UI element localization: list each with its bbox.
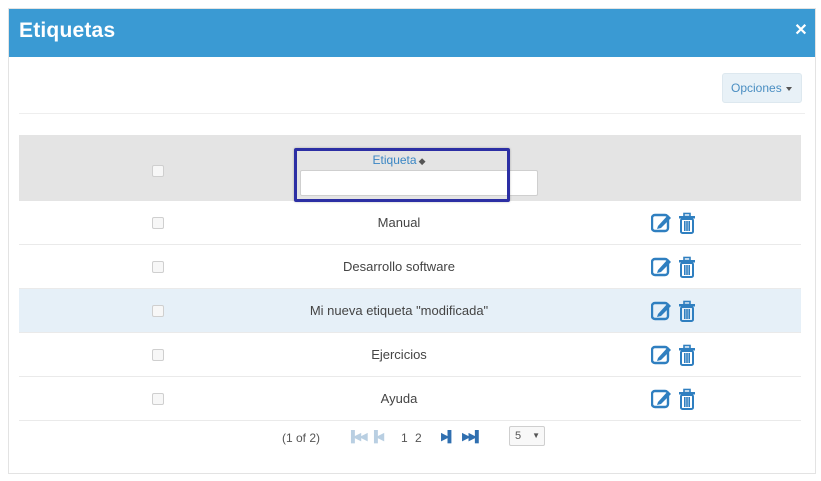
row-label: Mi nueva etiqueta "modificada" (309, 303, 489, 318)
row-actions (651, 212, 711, 236)
edit-icon[interactable] (651, 300, 673, 322)
edit-icon[interactable] (651, 212, 673, 234)
dialog-title: Etiquetas (19, 19, 116, 42)
options-button[interactable]: Opciones (722, 73, 802, 103)
dialog-titlebar: Etiquetas ✕ (9, 9, 815, 57)
row-label: Ejercicios (371, 347, 427, 362)
row-checkbox[interactable] (152, 261, 164, 273)
close-icon[interactable]: ✕ (793, 23, 809, 39)
pagination: (1 of 2) ▐◀◀ ▐◀ 1 2 ▶▌ ▶▶▌ 5 ▼ (9, 426, 817, 450)
previous-page-icon[interactable]: ▐◀ (370, 430, 384, 443)
trash-icon[interactable] (678, 212, 696, 234)
page-2-link[interactable]: 2 (415, 431, 422, 445)
row-label: Ayuda (380, 391, 418, 406)
row-checkbox[interactable] (152, 349, 164, 361)
edit-icon[interactable] (651, 256, 673, 278)
trash-icon[interactable] (678, 388, 696, 410)
row-actions (651, 388, 711, 412)
options-label: Opciones (731, 81, 782, 95)
select-all-checkbox[interactable] (152, 165, 164, 177)
trash-icon[interactable] (678, 344, 696, 366)
trash-icon[interactable] (678, 300, 696, 322)
page-1-link[interactable]: 1 (401, 431, 408, 445)
row-actions (651, 256, 711, 280)
row-label: Desarrollo software (343, 259, 455, 274)
table-row[interactable]: Desarrollo software (19, 245, 801, 289)
dropdown-arrow-icon: ▼ (532, 431, 540, 440)
row-actions (651, 344, 711, 368)
annotation-highlight-box (294, 148, 510, 202)
first-page-icon[interactable]: ▐◀◀ (347, 430, 368, 443)
row-label: Manual (377, 215, 421, 230)
next-page-icon[interactable]: ▶▌ (441, 430, 455, 443)
caret-down-icon (785, 86, 792, 91)
page-size-value: 5 (515, 430, 522, 442)
table-row[interactable]: Ayuda (19, 377, 801, 421)
page-size-select[interactable]: 5 ▼ (509, 426, 545, 446)
row-actions (651, 300, 711, 324)
row-checkbox[interactable] (152, 217, 164, 229)
table-row[interactable]: Mi nueva etiqueta "modificada" (19, 289, 801, 333)
table-row[interactable]: Ejercicios (19, 333, 801, 377)
etiquetas-dialog: Etiquetas ✕ Opciones Etiqueta ◆ Manual Des… (8, 8, 816, 474)
page-info: (1 of 2) (282, 431, 321, 445)
row-checkbox[interactable] (152, 393, 164, 405)
table-row[interactable]: Manual (19, 201, 801, 245)
edit-icon[interactable] (651, 344, 673, 366)
divider (19, 113, 805, 114)
trash-icon[interactable] (678, 256, 696, 278)
row-checkbox[interactable] (152, 305, 164, 317)
edit-icon[interactable] (651, 388, 673, 410)
last-page-icon[interactable]: ▶▶▌ (462, 430, 483, 443)
